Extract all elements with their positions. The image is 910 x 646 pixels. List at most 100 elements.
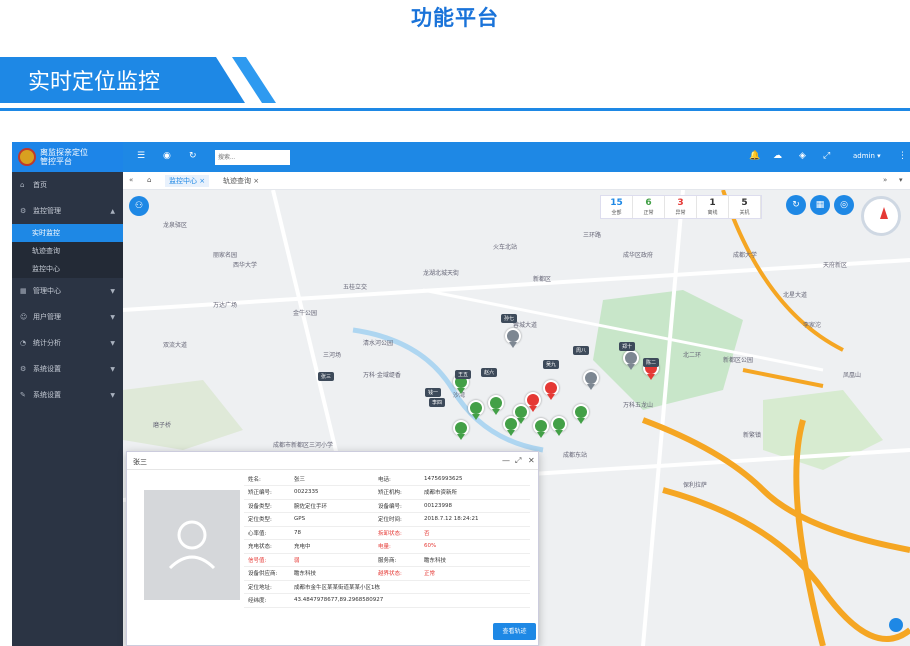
info-key: 服务商: xyxy=(374,553,420,567)
stat-shutdown[interactable]: 5 关机 xyxy=(729,196,761,218)
info-value: GPS xyxy=(290,512,374,527)
map-label: 北二环 xyxy=(683,352,702,359)
layers-button[interactable]: ▦ xyxy=(810,195,830,215)
person-name-tag[interactable]: 郑十 xyxy=(619,342,636,351)
person-name-tag[interactable]: 陈二 xyxy=(643,358,660,367)
search-input[interactable] xyxy=(215,150,290,165)
bell-icon[interactable]: 🔔 xyxy=(749,151,760,161)
info-key: 电话: xyxy=(374,472,420,486)
sidebar-item-users[interactable]: ☺ 用户管理 ▼ xyxy=(12,304,123,330)
location-marker-icon[interactable] xyxy=(488,395,504,415)
maximize-icon[interactable]: ⤢ xyxy=(515,456,521,466)
person-name-tag[interactable]: 孙七 xyxy=(501,314,518,323)
map-label: 万达广场 xyxy=(213,302,238,309)
view-track-button[interactable]: 查看轨迹 xyxy=(493,623,536,640)
location-marker-icon[interactable] xyxy=(468,400,484,420)
info-value: 14756993625 xyxy=(420,472,530,486)
info-row: 姓名: 张三 电话: 14756993625 xyxy=(244,472,530,486)
person-name-tag[interactable]: 张三 xyxy=(318,372,335,381)
tab-forward-icon[interactable]: » xyxy=(883,176,887,184)
dialog-header: 张三 — ⤢ ✕ xyxy=(127,452,538,470)
person-name-tag[interactable]: 吴九 xyxy=(543,360,560,369)
map-label: 龙湖北城天街 xyxy=(423,270,460,277)
sidebar-item-center[interactable]: 监控中心 xyxy=(12,260,123,278)
user-location-button[interactable]: ⚇ xyxy=(129,196,149,216)
person-name-tag[interactable]: 周八 xyxy=(573,346,590,355)
chevron-down-icon: ▼ xyxy=(110,365,115,373)
map-label: 万科五龙山 xyxy=(623,402,654,409)
chevron-down-icon: ▼ xyxy=(110,339,115,347)
location-marker-icon[interactable] xyxy=(551,416,567,436)
home-icon[interactable]: ⌂ xyxy=(147,176,151,184)
tab-menu-icon[interactable]: ▾ xyxy=(899,176,903,184)
location-marker-icon[interactable] xyxy=(543,380,559,400)
refresh-icon[interactable]: ↻ xyxy=(189,151,197,161)
location-marker-icon[interactable] xyxy=(583,370,599,390)
location-marker-icon[interactable] xyxy=(573,404,589,424)
minimize-icon[interactable]: — xyxy=(502,456,510,465)
locate-button[interactable]: ◎ xyxy=(834,195,854,215)
sidebar-item-settings-2[interactable]: ✎ 系统设置 ▼ xyxy=(12,382,123,408)
map-label: 成华区政府 xyxy=(623,252,654,259)
sidebar-item-settings[interactable]: ⚙ 系统设置 ▼ xyxy=(12,356,123,382)
address-value: 成都市金牛区某某街道某某小区1栋 xyxy=(290,580,530,594)
info-key: 越界状态: xyxy=(374,566,420,581)
sidebar-item-track[interactable]: 轨迹查询 xyxy=(12,242,123,260)
cloud-icon[interactable]: ☁ xyxy=(773,151,782,161)
info-value: 0022335 xyxy=(290,485,374,500)
map-label: 三河场 xyxy=(323,352,342,359)
stat-normal[interactable]: 6 正常 xyxy=(633,196,665,218)
refresh-map-button[interactable]: ↻ xyxy=(786,195,806,215)
eye-icon[interactable] xyxy=(889,618,903,632)
user-icon: ☺ xyxy=(20,313,28,321)
location-marker-icon[interactable] xyxy=(453,420,469,440)
globe-icon[interactable]: ◉ xyxy=(163,151,171,161)
info-row: 充电状态: 充电中 电量: 60% xyxy=(244,539,530,554)
stat-all[interactable]: 15 全部 xyxy=(601,196,633,218)
info-key: 设备供应商: xyxy=(244,566,290,581)
sidebar-item-monitor[interactable]: ⚙ 监控管理 ▲ xyxy=(12,198,123,224)
top-bar: ☰ ◉ ↻ 🔔 ☁ ◈ ⤢ admin ▾ ⋮ xyxy=(123,142,910,172)
stat-abnormal[interactable]: 3 异常 xyxy=(665,196,697,218)
map-label: 保利拉萨 xyxy=(683,482,708,489)
info-row: 矫正编号: 0022335 矫正机构: 成都市资新所 xyxy=(244,485,530,500)
more-icon[interactable]: ⋮ xyxy=(898,151,907,161)
tag-icon[interactable]: ◈ xyxy=(799,151,806,161)
info-key: 定位时间: xyxy=(374,512,420,527)
app-logo[interactable]: 离监探亲定位 管控平台 xyxy=(12,142,123,172)
sidebar-item-stats[interactable]: ◔ 统计分析 ▼ xyxy=(12,330,123,356)
person-name-tag[interactable]: 王五 xyxy=(455,370,472,379)
fullscreen-icon[interactable]: ⤢ xyxy=(823,151,830,161)
chart-icon: ◔ xyxy=(20,339,27,347)
location-marker-icon[interactable] xyxy=(623,350,639,370)
person-name-tag[interactable]: 李四 xyxy=(429,398,446,407)
sidebar-item-manage[interactable]: ▦ 管理中心 ▼ xyxy=(12,278,123,304)
user-menu[interactable]: admin ▾ xyxy=(853,152,881,160)
tab-back-icon[interactable]: « xyxy=(129,176,133,184)
menu-icon[interactable]: ☰ xyxy=(137,151,145,161)
compass-icon[interactable] xyxy=(861,196,901,236)
chevron-down-icon: ▼ xyxy=(110,391,115,399)
sidebar-item-home[interactable]: ⌂ 首页 xyxy=(12,172,123,198)
map-label: 三环路 xyxy=(583,232,602,239)
info-value: 正常 xyxy=(420,566,530,581)
location-marker-icon[interactable] xyxy=(525,392,541,412)
person-detail-dialog: 张三 — ⤢ ✕ 姓名: 张三 电话: 14756993625 矫正编号: 0022335… xyxy=(126,451,539,646)
tab-monitor-center[interactable]: 监控中心 × xyxy=(165,175,210,187)
stat-offline[interactable]: 1 离线 xyxy=(697,196,729,218)
map-label: 成都东站 xyxy=(563,452,588,459)
person-name-tag[interactable]: 钱一 xyxy=(425,388,442,397)
map-label: 新繁镇 xyxy=(743,432,762,439)
location-marker-icon[interactable] xyxy=(505,328,521,348)
location-marker-icon[interactable] xyxy=(503,416,519,436)
tab-track-query[interactable]: 轨迹查询 × xyxy=(223,176,259,186)
location-marker-icon[interactable] xyxy=(533,418,549,438)
info-value: 弱 xyxy=(290,553,374,567)
close-icon[interactable]: ✕ xyxy=(528,456,535,465)
logo-line1: 离监探亲定位 xyxy=(40,148,88,157)
section-title: 实时定位监控 xyxy=(28,70,161,95)
person-name-tag[interactable]: 赵六 xyxy=(481,368,498,377)
info-key: 矫正机构: xyxy=(374,485,420,500)
sidebar-item-realtime[interactable]: 实时监控 xyxy=(12,224,123,242)
home-icon: ⌂ xyxy=(20,181,25,189)
